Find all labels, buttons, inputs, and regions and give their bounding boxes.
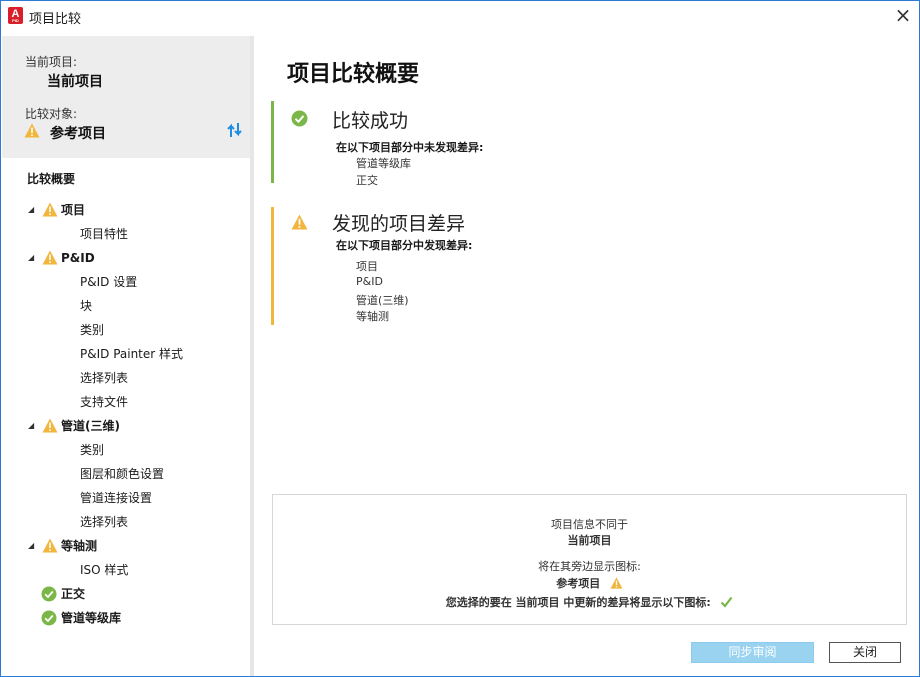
success-subtitle: 在以下项目部分中未发现差异: <box>336 141 484 154</box>
differences-item: P&ID <box>356 275 383 288</box>
differences-section: 发现的项目差异 在以下项目部分中发现差异: 项目 P&ID 管道(三维) 等轴测 <box>271 207 871 325</box>
tree-leaf-label: P&ID Painter 样式 <box>80 347 184 361</box>
tree-node-label: 管道(三维) <box>61 419 120 433</box>
tree-node-isometric[interactable]: ◢ 等轴测 <box>2 535 251 557</box>
tree-leaf-label: 类别 <box>80 323 105 337</box>
tree-node-specs[interactable]: 管道等级库 <box>2 607 251 629</box>
warning-icon <box>42 538 58 560</box>
tree-leaf[interactable]: P&ID Painter 样式 <box>2 343 251 365</box>
summary-panel: 项目比较概要 比较成功 在以下项目部分中未发现差异: 管道等级库 正交 发现的项… <box>254 36 919 676</box>
summary-heading: 比较概要 <box>27 172 76 186</box>
sync-review-button[interactable]: 同步审阅 <box>691 642 814 663</box>
info-line-text: 参考项目 <box>556 577 601 590</box>
success-title: 比较成功 <box>332 110 409 132</box>
collapse-caret-icon[interactable]: ◢ <box>28 247 38 269</box>
tree-leaf-label: 选择列表 <box>80 371 129 385</box>
title-bar: A PID 项目比较 × <box>1 1 919 31</box>
tree-leaf[interactable]: 类别 <box>2 319 251 341</box>
success-item: 正交 <box>356 174 378 187</box>
differences-item: 项目 <box>356 260 378 273</box>
project-header: 当前项目: 当前项目 比较对象: 参考项目 <box>2 36 251 158</box>
close-window-button[interactable]: × <box>891 4 915 28</box>
differences-subtitle: 在以下项目部分中发现差异: <box>336 239 473 252</box>
tree-leaf[interactable]: ISO 样式 <box>2 559 251 581</box>
tree-leaf-label: 块 <box>80 299 93 313</box>
tree-node-label: P&ID <box>61 251 95 265</box>
tree-leaf[interactable]: 选择列表 <box>2 367 251 389</box>
warning-icon <box>24 123 40 141</box>
tree-node-pid[interactable]: ◢ P&ID <box>2 247 251 269</box>
tree-leaf[interactable]: 图层和颜色设置 <box>2 463 251 485</box>
tree-leaf[interactable]: 支持文件 <box>2 391 251 413</box>
success-item: 管道等级库 <box>356 157 411 170</box>
info-line: 项目信息不同于 <box>551 518 628 531</box>
tree-leaf-label: ISO 样式 <box>80 563 129 577</box>
compare-project-label: 比较对象: <box>25 107 78 121</box>
warning-icon <box>42 250 58 272</box>
tree-node-project[interactable]: ◢ 项目 <box>2 199 251 221</box>
info-line-with-icon: 您选择的要在 当前项目 中更新的差异将显示以下图标: <box>273 594 906 611</box>
project-compare-dialog: A PID 项目比较 × 当前项目: 当前项目 比较对象: 参考项目 比较概要 … <box>0 0 920 677</box>
compare-project-value: 参考项目 <box>50 126 106 142</box>
info-line: 当前项目 <box>567 534 612 547</box>
swap-projects-icon[interactable] <box>226 122 244 142</box>
differences-item: 等轴测 <box>356 310 389 323</box>
tree-leaf-label: 选择列表 <box>80 515 129 529</box>
tree-leaf[interactable]: 块 <box>2 295 251 317</box>
tree-node-orthographic[interactable]: 正交 <box>2 583 251 605</box>
tree-leaf[interactable]: 项目特性 <box>2 223 251 245</box>
check-circle-icon <box>291 110 308 130</box>
warning-icon <box>610 577 623 592</box>
collapse-caret-icon[interactable]: ◢ <box>28 415 38 437</box>
check-circle-icon <box>41 610 57 633</box>
warning-icon <box>291 214 308 233</box>
differences-title: 发现的项目差异 <box>332 213 466 235</box>
tree-leaf[interactable]: 选择列表 <box>2 511 251 533</box>
collapse-caret-icon[interactable]: ◢ <box>28 535 38 557</box>
legend-info-box: 项目信息不同于 当前项目 将在其旁边显示图标: 参考项目 您选择的要在 当前项目… <box>272 494 907 625</box>
info-line: 将在其旁边显示图标: <box>538 560 641 573</box>
tree-node-label: 正交 <box>61 587 86 601</box>
left-panel: 当前项目: 当前项目 比较对象: 参考项目 比较概要 ◢ 项目 项目特性 ◢ P… <box>2 36 251 676</box>
check-circle-icon <box>41 586 57 609</box>
autocad-app-icon: A PID <box>8 7 23 24</box>
tree-node-label: 等轴测 <box>61 539 98 553</box>
tree-node-label: 项目 <box>61 203 86 217</box>
tree-leaf-label: 支持文件 <box>80 395 129 409</box>
tree-leaf-label: 管道连接设置 <box>80 491 153 505</box>
tree-node-piping-3d[interactable]: ◢ 管道(三维) <box>2 415 251 437</box>
tree-leaf-label: 类别 <box>80 443 105 457</box>
info-line-with-icon: 参考项目 <box>273 575 906 592</box>
collapse-caret-icon[interactable]: ◢ <box>28 199 38 221</box>
tree-leaf[interactable]: P&ID 设置 <box>2 271 251 293</box>
current-project-value: 当前项目 <box>47 74 103 90</box>
page-title: 项目比较概要 <box>287 62 420 87</box>
tree-leaf[interactable]: 类别 <box>2 439 251 461</box>
app-icon-sub: PID <box>12 18 19 23</box>
success-section: 比较成功 在以下项目部分中未发现差异: 管道等级库 正交 <box>271 101 871 187</box>
tree-leaf-label: P&ID 设置 <box>80 275 138 289</box>
warning-icon <box>42 202 58 224</box>
warning-icon <box>42 418 58 440</box>
tree-leaf-label: 项目特性 <box>80 227 129 241</box>
differences-item: 管道(三维) <box>356 294 409 307</box>
close-button[interactable]: 关闭 <box>829 642 901 663</box>
info-line-text: 您选择的要在 当前项目 中更新的差异将显示以下图标: <box>445 596 711 609</box>
current-project-label: 当前项目: <box>25 55 78 69</box>
tree-leaf-label: 图层和颜色设置 <box>80 467 165 481</box>
tree-node-label: 管道等级库 <box>61 611 122 625</box>
window-title: 项目比较 <box>29 12 82 27</box>
tree-leaf[interactable]: 管道连接设置 <box>2 487 251 509</box>
checkmark-icon <box>720 596 733 611</box>
